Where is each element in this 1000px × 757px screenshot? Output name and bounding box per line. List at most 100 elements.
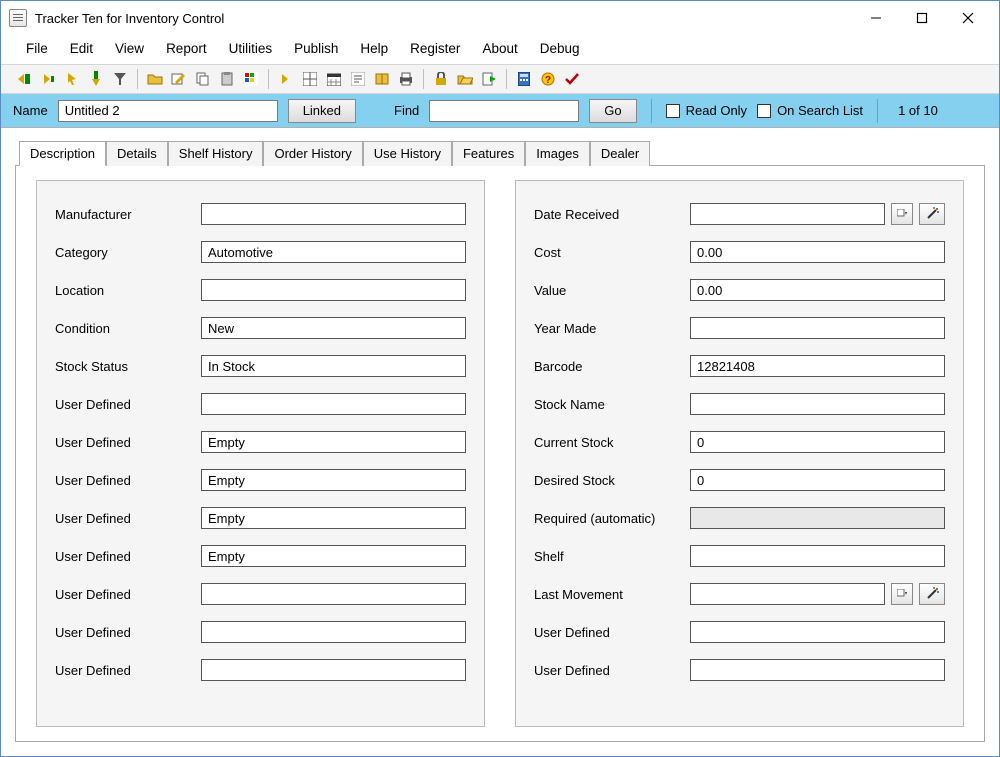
copy-icon[interactable] xyxy=(194,70,212,88)
left-input-9[interactable] xyxy=(201,545,466,567)
minimize-button[interactable] xyxy=(853,3,899,33)
right-input-10[interactable] xyxy=(690,583,885,605)
menu-edit[interactable]: Edit xyxy=(60,39,103,58)
grid-color-icon[interactable] xyxy=(301,70,319,88)
right-input-0[interactable] xyxy=(690,203,885,225)
pin-icon[interactable] xyxy=(87,70,105,88)
name-input[interactable] xyxy=(58,100,278,122)
left-input-7[interactable] xyxy=(201,469,466,491)
right-row-6: Current Stock xyxy=(534,423,945,461)
tab-images[interactable]: Images xyxy=(525,141,590,166)
menu-publish[interactable]: Publish xyxy=(284,39,348,58)
left-label-2: Location xyxy=(55,283,201,298)
tab-body-description: ManufacturerCategoryLocationConditionSto… xyxy=(15,165,985,742)
open-folder-icon[interactable] xyxy=(456,70,474,88)
left-row-6: User Defined xyxy=(55,423,466,461)
find-input[interactable] xyxy=(429,100,579,122)
left-input-2[interactable] xyxy=(201,279,466,301)
read-only-checkbox[interactable]: Read Only xyxy=(666,103,747,118)
filter-icon[interactable] xyxy=(111,70,129,88)
left-row-9: User Defined xyxy=(55,537,466,575)
left-row-8: User Defined xyxy=(55,499,466,537)
pointer-right-icon[interactable] xyxy=(277,70,295,88)
left-label-0: Manufacturer xyxy=(55,207,201,222)
palette-icon[interactable] xyxy=(242,70,260,88)
tab-dealer[interactable]: Dealer xyxy=(590,141,650,166)
right-input-12[interactable] xyxy=(690,659,945,681)
go-button[interactable]: Go xyxy=(589,99,636,123)
left-label-3: Condition xyxy=(55,321,201,336)
tab-shelf-history[interactable]: Shelf History xyxy=(168,141,264,166)
right-label-3: Year Made xyxy=(534,321,690,336)
cursor-icon[interactable] xyxy=(63,70,81,88)
left-input-5[interactable] xyxy=(201,393,466,415)
right-label-10: Last Movement xyxy=(534,587,690,602)
left-input-6[interactable] xyxy=(201,431,466,453)
right-input-4[interactable] xyxy=(690,355,945,377)
left-input-1[interactable] xyxy=(201,241,466,263)
left-input-8[interactable] xyxy=(201,507,466,529)
right-input-5[interactable] xyxy=(690,393,945,415)
help-icon[interactable]: ? xyxy=(539,70,557,88)
folder-open-icon[interactable] xyxy=(146,70,164,88)
right-row-3: Year Made xyxy=(534,309,945,347)
right-row-10: Last Movement xyxy=(534,575,945,613)
menu-register[interactable]: Register xyxy=(400,39,470,58)
content-area: DescriptionDetailsShelf HistoryOrder His… xyxy=(1,128,999,756)
menu-about[interactable]: About xyxy=(472,39,527,58)
right-input-2[interactable] xyxy=(690,279,945,301)
edit-icon[interactable] xyxy=(170,70,188,88)
left-input-3[interactable] xyxy=(201,317,466,339)
tab-description[interactable]: Description xyxy=(19,141,106,166)
linked-button[interactable]: Linked xyxy=(288,99,356,123)
tab-details[interactable]: Details xyxy=(106,141,168,166)
book-icon[interactable] xyxy=(373,70,391,88)
paste-icon[interactable] xyxy=(218,70,236,88)
menu-file[interactable]: File xyxy=(16,39,58,58)
left-label-6: User Defined xyxy=(55,435,201,450)
right-label-8: Required (automatic) xyxy=(534,511,690,526)
maximize-button[interactable] xyxy=(899,3,945,33)
magic-wand-icon[interactable] xyxy=(919,203,945,225)
menu-debug[interactable]: Debug xyxy=(530,39,590,58)
left-row-1: Category xyxy=(55,233,466,271)
print-icon[interactable] xyxy=(397,70,415,88)
tab-features[interactable]: Features xyxy=(452,141,525,166)
right-input-11[interactable] xyxy=(690,621,945,643)
date-dropdown-icon[interactable] xyxy=(891,583,913,605)
menu-report[interactable]: Report xyxy=(156,39,217,58)
close-button[interactable] xyxy=(945,3,991,33)
left-label-5: User Defined xyxy=(55,397,201,412)
titlebar: Tracker Ten for Inventory Control xyxy=(1,1,999,35)
menu-view[interactable]: View xyxy=(105,39,154,58)
on-search-list-checkbox[interactable]: On Search List xyxy=(757,103,863,118)
date-dropdown-icon[interactable] xyxy=(891,203,913,225)
left-input-10[interactable] xyxy=(201,583,466,605)
right-input-7[interactable] xyxy=(690,469,945,491)
magic-wand-icon[interactable] xyxy=(919,583,945,605)
export-icon[interactable] xyxy=(480,70,498,88)
menu-help[interactable]: Help xyxy=(350,39,398,58)
menu-utilities[interactable]: Utilities xyxy=(219,39,283,58)
left-input-11[interactable] xyxy=(201,621,466,643)
right-input-6[interactable] xyxy=(690,431,945,453)
lock-icon[interactable] xyxy=(432,70,450,88)
left-input-12[interactable] xyxy=(201,659,466,681)
left-row-11: User Defined xyxy=(55,613,466,651)
left-input-4[interactable] xyxy=(201,355,466,377)
right-row-11: User Defined xyxy=(534,613,945,651)
check-icon[interactable] xyxy=(563,70,581,88)
nav-next-icon[interactable] xyxy=(39,70,57,88)
left-input-0[interactable] xyxy=(201,203,466,225)
text-icon[interactable] xyxy=(349,70,367,88)
right-input-3[interactable] xyxy=(690,317,945,339)
nav-first-icon[interactable] xyxy=(15,70,33,88)
calculator-icon[interactable] xyxy=(515,70,533,88)
left-row-12: User Defined xyxy=(55,651,466,689)
right-input-1[interactable] xyxy=(690,241,945,263)
calendar-icon[interactable] xyxy=(325,70,343,88)
window-title: Tracker Ten for Inventory Control xyxy=(35,11,224,26)
tab-order-history[interactable]: Order History xyxy=(263,141,362,166)
tab-use-history[interactable]: Use History xyxy=(363,141,452,166)
right-input-9[interactable] xyxy=(690,545,945,567)
